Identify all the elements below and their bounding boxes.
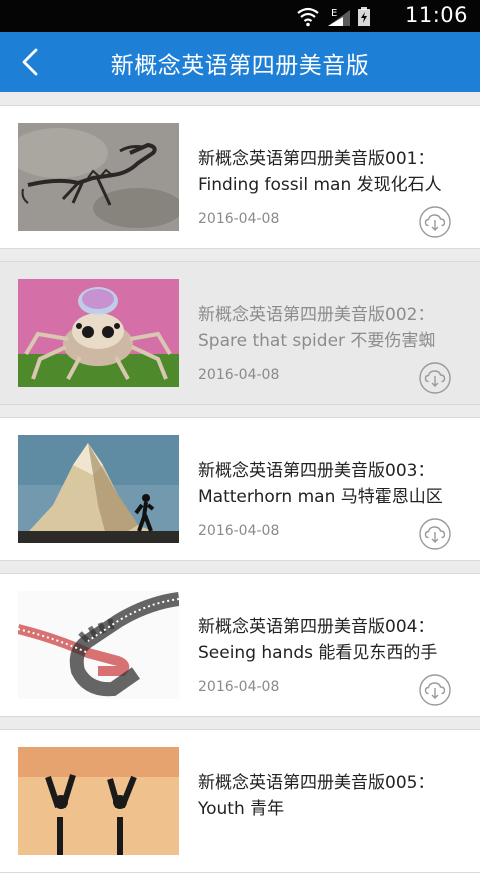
download-button[interactable]: [419, 674, 451, 706]
status-bar: E 11:06: [0, 0, 480, 32]
lesson-title: 新概念英语第四册美音版002： Spare that spider 不要伤害蜘: [198, 302, 468, 354]
lesson-date: 2016-04-08: [198, 679, 280, 695]
lesson-list-item[interactable]: 新概念英语第四册美音版002： Spare that spider 不要伤害蜘 …: [0, 261, 480, 405]
network-type-label: E: [331, 8, 337, 19]
lesson-title-line2: Seeing hands 能看见东西的手: [198, 643, 438, 663]
status-time: 11:06: [404, 3, 468, 27]
lesson-thumbnail-mountain: [18, 435, 179, 543]
lesson-title: 新概念英语第四册美音版003： Matterhorn man 马特霍恩山区: [198, 458, 468, 510]
status-icons: E: [296, 6, 376, 27]
download-button[interactable]: [419, 518, 451, 550]
cloud-download-icon: [419, 518, 451, 550]
lesson-title-line1: 新概念英语第四册美音版004：: [198, 617, 435, 637]
lesson-thumbnail-youth: [18, 747, 179, 855]
lesson-date: 2016-04-08: [198, 523, 280, 539]
lesson-title-line1: 新概念英语第四册美音版003：: [198, 461, 435, 481]
lesson-title-line2: Spare that spider 不要伤害蜘: [198, 331, 436, 351]
download-button[interactable]: [419, 362, 451, 394]
lesson-title-line2: Matterhorn man 马特霍恩山区: [198, 487, 443, 507]
lesson-list-item[interactable]: 新概念英语第四册美音版005： Youth 青年: [0, 729, 480, 873]
lesson-date: 2016-04-08: [198, 367, 280, 383]
lesson-title: 新概念英语第四册美音版005： Youth 青年: [198, 770, 468, 822]
battery-icon: [358, 7, 370, 26]
lesson-title: 新概念英语第四册美音版004： Seeing hands 能看见东西的手: [198, 614, 468, 666]
lesson-list-item[interactable]: 新概念英语第四册美音版004： Seeing hands 能看见东西的手 201…: [0, 573, 480, 717]
cloud-download-icon: [419, 674, 451, 706]
lesson-thumbnail-hands: [18, 591, 179, 699]
lesson-list-item[interactable]: 新概念英语第四册美音版003： Matterhorn man 马特霍恩山区 20…: [0, 417, 480, 561]
wifi-icon: [297, 7, 319, 27]
lesson-title-line1: 新概念英语第四册美音版002：: [198, 305, 435, 325]
lesson-title-line2: Finding fossil man 发现化石人: [198, 175, 442, 195]
lesson-thumbnail-fossil: [18, 123, 179, 231]
cloud-download-icon: [419, 362, 451, 394]
lesson-title-line1: 新概念英语第四册美音版005：: [198, 773, 435, 793]
cloud-download-icon: [419, 206, 451, 238]
lesson-thumbnail-spider: [18, 279, 179, 387]
lesson-title-line1: 新概念英语第四册美音版001：: [198, 149, 435, 169]
lesson-title: 新概念英语第四册美音版001： Finding fossil man 发现化石人: [198, 146, 468, 198]
page-title: 新概念英语第四册美音版: [110, 53, 370, 79]
app-bar: 新概念英语第四册美音版: [0, 32, 480, 92]
download-button[interactable]: [419, 206, 451, 238]
lesson-date: 2016-04-08: [198, 211, 280, 227]
lesson-list-item[interactable]: 新概念英语第四册美音版001： Finding fossil man 发现化石人…: [0, 105, 480, 249]
